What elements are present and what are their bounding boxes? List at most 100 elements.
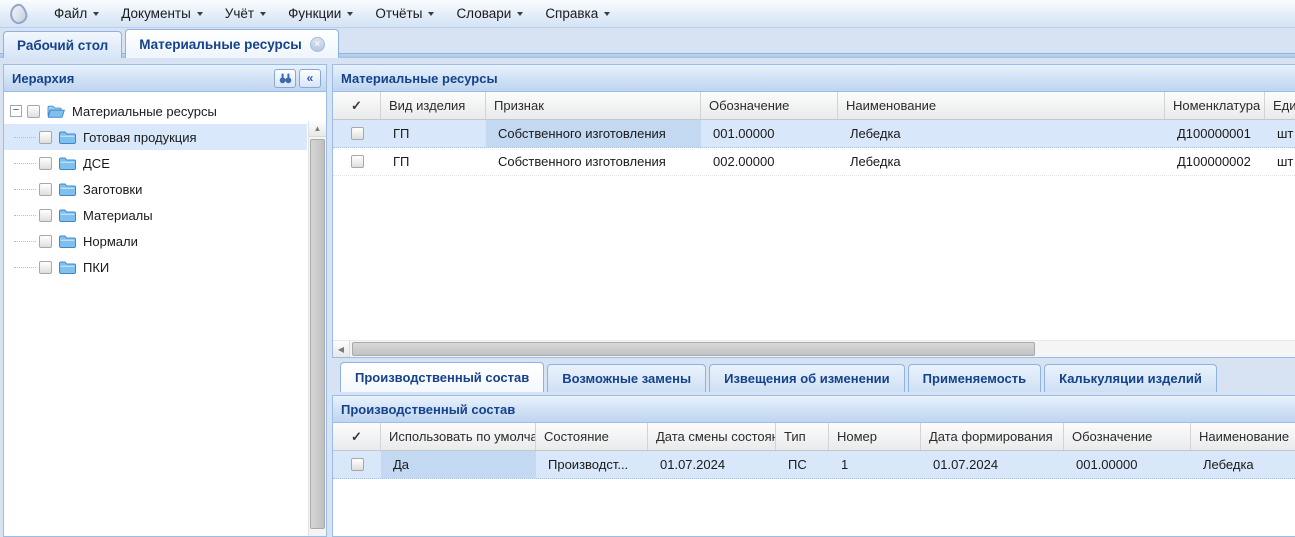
folder-open-icon (47, 105, 65, 118)
column-header-name[interactable]: Наименование (1191, 423, 1295, 450)
collapse-panel-button[interactable]: « (299, 69, 321, 88)
cell-product-type[interactable]: ГП (381, 148, 486, 175)
tree-vertical-scrollbar[interactable]: ▲ (308, 121, 326, 536)
folder-icon (59, 209, 76, 222)
column-header-designation[interactable]: Обозначение (1064, 423, 1191, 450)
cell-formation-date[interactable]: 01.07.2024 (921, 451, 1064, 478)
menu-label: Файл (54, 6, 87, 21)
tree-node-label: Готовая продукция (83, 130, 197, 145)
cell-attribute[interactable]: Собственного изготовления (486, 120, 701, 147)
tab-production-structure[interactable]: Производственный состав (340, 362, 544, 392)
tree-checkbox[interactable] (39, 209, 52, 222)
tree-node-label: Заготовки (83, 182, 142, 197)
column-header-formation-date[interactable]: Дата формирования (921, 423, 1064, 450)
panel-title: Производственный состав (341, 402, 515, 417)
row-select-cell[interactable] (333, 120, 381, 147)
scrollbar-thumb[interactable] (352, 342, 1035, 356)
column-header-product-type[interactable]: Вид изделия (381, 92, 486, 119)
row-select-cell[interactable] (333, 451, 381, 478)
cell-use-by-default[interactable]: Да (381, 451, 536, 478)
table-row[interactable]: ГП Собственного изготовления 001.00000 Л… (333, 120, 1295, 148)
menu-item-file[interactable]: Файл (44, 2, 109, 25)
cell-designation[interactable]: 001.00000 (1064, 451, 1191, 478)
search-tool-button[interactable] (274, 69, 296, 88)
tree-expander-icon[interactable]: − (10, 105, 22, 117)
column-header-state-change-date[interactable]: Дата смены состояния (648, 423, 776, 450)
cell-number[interactable]: 1 (829, 451, 921, 478)
cell-designation[interactable]: 002.00000 (701, 148, 838, 175)
chevron-down-icon (347, 12, 353, 16)
table-row[interactable]: ГП Собственного изготовления 002.00000 Л… (333, 148, 1295, 176)
row-checkbox[interactable] (351, 458, 364, 471)
tree-checkbox[interactable] (39, 183, 52, 196)
tree-checkbox[interactable] (39, 261, 52, 274)
tab-material-resources[interactable]: Материальные ресурсы × (125, 29, 339, 58)
menu-label: Справка (545, 6, 598, 21)
tree-checkbox[interactable] (39, 131, 52, 144)
cell-nomenclature[interactable]: Д100000002 (1165, 148, 1265, 175)
cell-type[interactable]: ПС (776, 451, 829, 478)
cell-product-type[interactable]: ГП (381, 120, 486, 147)
scroll-left-icon[interactable]: ◀ (333, 341, 350, 357)
cell-name[interactable]: Лебедка (838, 120, 1165, 147)
tree-checkbox[interactable] (39, 235, 52, 248)
tree-row-normals[interactable]: Нормали (4, 228, 307, 254)
column-header-type[interactable]: Тип (776, 423, 829, 450)
tab-product-calculations[interactable]: Калькуляции изделий (1044, 364, 1217, 392)
cell-unit[interactable]: шт (1265, 148, 1295, 175)
select-all-column-header[interactable]: ✓ (333, 423, 381, 450)
tab-desktop[interactable]: Рабочий стол (3, 31, 122, 58)
row-checkbox[interactable] (351, 155, 364, 168)
column-header-number[interactable]: Номер (829, 423, 921, 450)
folder-icon (59, 131, 76, 144)
hierarchy-panel: Иерархия « − (3, 64, 327, 537)
scrollbar-thumb[interactable] (310, 139, 325, 529)
detail-tab-bar: Производственный состав Возможные замены… (332, 362, 1295, 392)
tree-connector (14, 137, 36, 138)
table-row[interactable]: Да Производст... 01.07.2024 ПС 1 01.07.2… (333, 451, 1295, 479)
cell-unit[interactable]: шт (1265, 120, 1295, 147)
tree-row-blanks[interactable]: Заготовки (4, 176, 307, 202)
tree-row-pki[interactable]: ПКИ (4, 254, 307, 280)
cell-attribute[interactable]: Собственного изготовления (486, 148, 701, 175)
select-all-column-header[interactable]: ✓ (333, 92, 381, 119)
menu-item-functions[interactable]: Функции (278, 2, 363, 25)
tree-checkbox[interactable] (27, 105, 40, 118)
tree-row-root[interactable]: − Материальные ресурсы (4, 98, 307, 124)
tab-applicability[interactable]: Применяемость (908, 364, 1041, 392)
chevron-down-icon (197, 12, 203, 16)
cell-state-change-date[interactable]: 01.07.2024 (648, 451, 776, 478)
scroll-up-icon[interactable]: ▲ (309, 121, 326, 137)
panel-title: Иерархия (12, 71, 74, 86)
cell-nomenclature[interactable]: Д100000001 (1165, 120, 1265, 147)
horizontal-scrollbar[interactable]: ◀ (333, 340, 1295, 357)
app-window: Файл Документы Учёт Функции Отчёты Слова… (0, 0, 1295, 58)
column-header-unit[interactable]: Единица (1265, 92, 1295, 119)
tree-row-materials[interactable]: Материалы (4, 202, 307, 228)
tree-row-dse[interactable]: ДСЕ (4, 150, 307, 176)
column-header-state[interactable]: Состояние (536, 423, 648, 450)
tab-close-icon[interactable]: × (310, 37, 325, 52)
tree-checkbox[interactable] (39, 157, 52, 170)
row-select-cell[interactable] (333, 148, 381, 175)
menu-item-dictionaries[interactable]: Словари (446, 2, 533, 25)
column-header-name[interactable]: Наименование (838, 92, 1165, 119)
menu-item-accounting[interactable]: Учёт (215, 2, 276, 25)
tab-change-notices[interactable]: Извещения об изменении (709, 364, 905, 392)
column-header-use-by-default[interactable]: Использовать по умолчанию (381, 423, 536, 450)
column-header-nomenclature[interactable]: Номенклатура (1165, 92, 1265, 119)
panel-title: Материальные ресурсы (341, 71, 498, 86)
main-tab-bar: Рабочий стол Материальные ресурсы × (0, 28, 1295, 58)
column-header-designation[interactable]: Обозначение (701, 92, 838, 119)
tree-row-finished-products[interactable]: Готовая продукция (4, 124, 307, 150)
menu-item-documents[interactable]: Документы (111, 2, 213, 25)
cell-designation[interactable]: 001.00000 (701, 120, 838, 147)
column-header-attribute[interactable]: Признак (486, 92, 701, 119)
cell-name[interactable]: Лебедка (838, 148, 1165, 175)
menu-item-help[interactable]: Справка (535, 2, 620, 25)
menu-item-reports[interactable]: Отчёты (365, 2, 444, 25)
row-checkbox[interactable] (351, 127, 364, 140)
tab-possible-replacements[interactable]: Возможные замены (547, 364, 706, 392)
cell-name[interactable]: Лебедка (1191, 451, 1295, 478)
cell-state[interactable]: Производст... (536, 451, 648, 478)
